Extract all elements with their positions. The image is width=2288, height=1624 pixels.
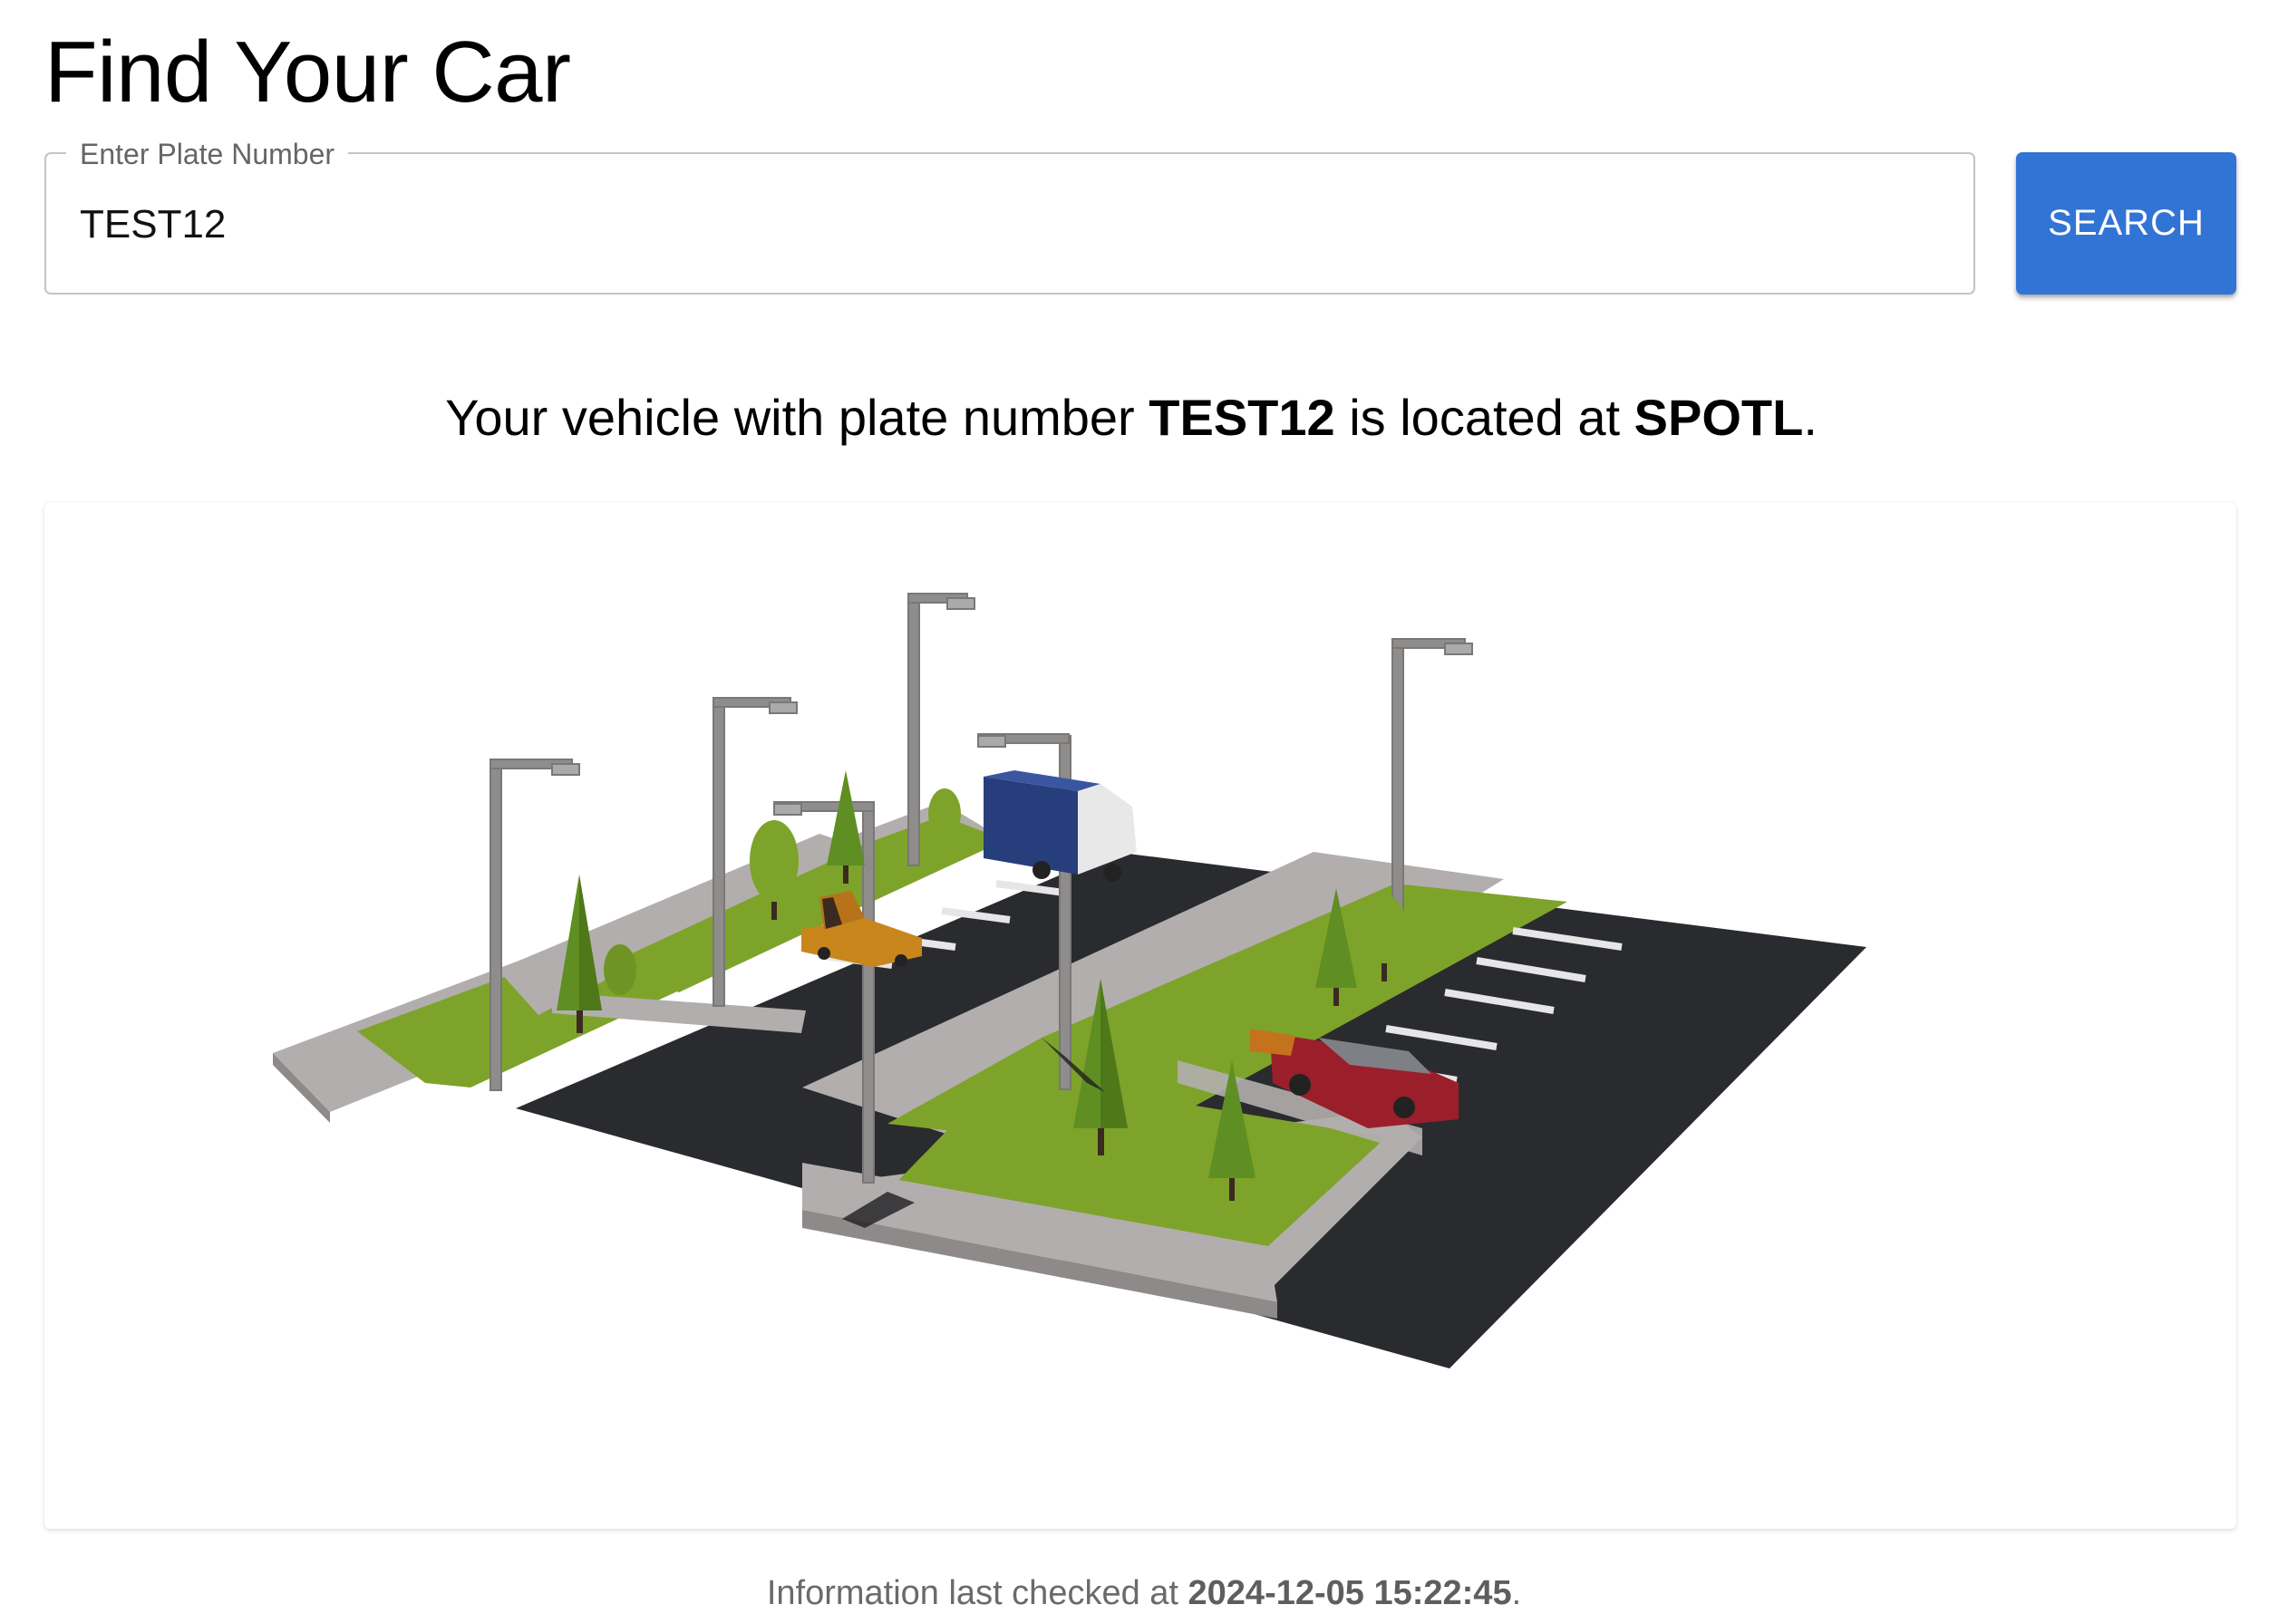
last-checked-prefix: Information last checked at — [766, 1574, 1188, 1612]
location-message-middle: is located at — [1334, 389, 1634, 446]
page-title: Find Your Car — [44, 24, 571, 121]
location-message-prefix: Your vehicle with plate number — [445, 389, 1149, 446]
plate-number-field[interactable]: Enter Plate Number — [44, 136, 1975, 295]
plate-number-input[interactable] — [80, 188, 1929, 261]
last-checked-suffix: . — [1511, 1574, 1522, 1612]
plate-number-label: Enter Plate Number — [66, 136, 349, 172]
parking-lot-3d-scene — [273, 593, 1866, 1368]
parking-spot-value: SPOTL — [1634, 389, 1804, 446]
box-truck — [984, 770, 1137, 882]
location-message-suffix: . — [1803, 389, 1818, 446]
parking-lot-map[interactable] — [44, 503, 2236, 1529]
last-checked-timestamp: 2024-12-05 15:22:45 — [1188, 1574, 1512, 1612]
plate-number-value: TEST12 — [1149, 389, 1335, 446]
last-checked-text: Information last checked at 2024-12-05 1… — [0, 1572, 2288, 1614]
search-button[interactable]: SEARCH — [2016, 152, 2236, 295]
location-message: Your vehicle with plate number TEST12 is… — [0, 385, 2263, 450]
